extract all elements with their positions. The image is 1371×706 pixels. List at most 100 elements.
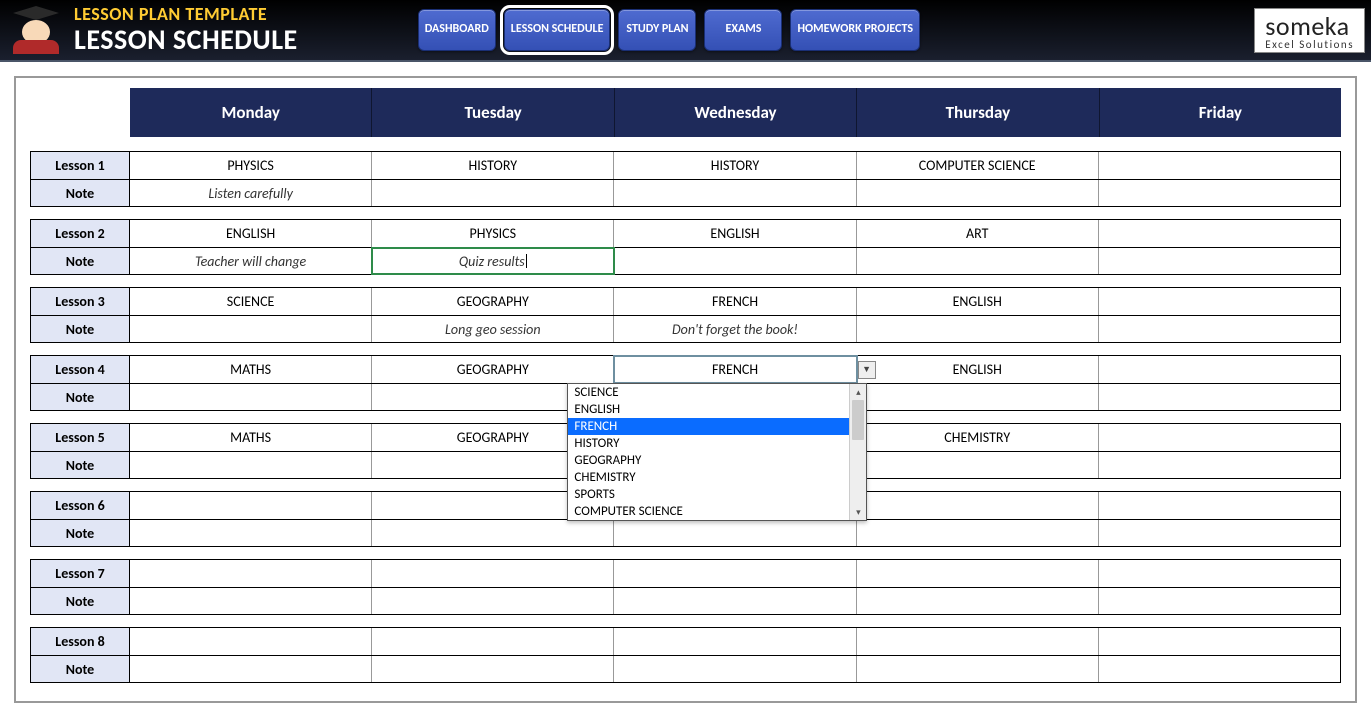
subject-cell[interactable] — [857, 628, 1099, 655]
scroll-up-icon[interactable]: ▴ — [850, 384, 866, 400]
day-header: Monday — [130, 88, 372, 137]
subject-cell[interactable] — [857, 492, 1099, 519]
note-cell[interactable] — [857, 384, 1099, 410]
subject-cell[interactable]: PHYSICS — [130, 152, 372, 179]
subject-cell[interactable] — [1099, 152, 1340, 179]
lesson-label: Lesson 1 — [31, 152, 130, 179]
note-cell[interactable] — [130, 588, 372, 614]
lesson-block: Lesson 7Note — [30, 559, 1341, 615]
note-cell[interactable] — [1099, 248, 1340, 274]
note-cell[interactable] — [372, 656, 614, 682]
note-label: Note — [31, 656, 130, 682]
scroll-down-icon[interactable]: ▾ — [850, 504, 866, 520]
note-cell[interactable] — [857, 520, 1099, 546]
subject-cell[interactable]: MATHS — [130, 356, 372, 383]
dropdown-scrollbar[interactable]: ▴▾ — [849, 384, 866, 520]
subject-cell[interactable] — [130, 560, 372, 587]
note-cell[interactable] — [1099, 452, 1340, 478]
subject-cell[interactable] — [1099, 220, 1340, 247]
subject-cell[interactable] — [1099, 288, 1340, 315]
dropdown-option[interactable]: COMPUTER SCIENCE — [568, 503, 849, 520]
note-cell[interactable] — [857, 180, 1099, 206]
note-cell[interactable] — [614, 520, 856, 546]
note-cell[interactable] — [1099, 180, 1340, 206]
note-cell[interactable] — [130, 384, 372, 410]
note-cell[interactable] — [857, 656, 1099, 682]
subject-cell[interactable] — [130, 628, 372, 655]
note-cell[interactable] — [130, 656, 372, 682]
subject-cell[interactable] — [1099, 492, 1340, 519]
note-cell[interactable] — [130, 520, 372, 546]
dropdown-option[interactable]: SCIENCE — [568, 384, 849, 401]
subject-cell[interactable]: ENGLISH — [130, 220, 372, 247]
subject-cell[interactable] — [1099, 424, 1340, 451]
note-cell[interactable] — [614, 588, 856, 614]
note-cell[interactable] — [614, 180, 856, 206]
subject-cell[interactable]: COMPUTER SCIENCE — [857, 152, 1099, 179]
subject-cell[interactable]: CHEMISTRY — [857, 424, 1099, 451]
subject-cell[interactable]: GEOGRAPHY — [372, 288, 614, 315]
nav-exams-button[interactable]: EXAMS — [704, 9, 782, 51]
note-cell[interactable] — [1099, 520, 1340, 546]
dropdown-option[interactable]: CHEMISTRY — [568, 469, 849, 486]
note-cell[interactable]: Teacher will change — [130, 248, 372, 274]
note-cell[interactable]: Don't forget the book! — [614, 316, 856, 342]
note-cell[interactable] — [372, 520, 614, 546]
lesson-label: Lesson 6 — [31, 492, 130, 519]
subject-cell[interactable] — [614, 560, 856, 587]
dropdown-option[interactable]: FRENCH — [568, 418, 849, 435]
subject-cell[interactable]: HISTORY — [614, 152, 856, 179]
note-cell[interactable]: Quiz results — [372, 248, 614, 274]
dropdown-option[interactable]: HISTORY — [568, 435, 849, 452]
note-cell[interactable] — [1099, 384, 1340, 410]
subject-cell[interactable] — [1099, 356, 1340, 383]
note-cell[interactable] — [1099, 316, 1340, 342]
dropdown-option[interactable]: GEOGRAPHY — [568, 452, 849, 469]
dropdown-option[interactable]: ENGLISH — [568, 401, 849, 418]
note-cell[interactable] — [372, 588, 614, 614]
note-cell[interactable] — [857, 248, 1099, 274]
subject-cell[interactable] — [372, 560, 614, 587]
note-cell[interactable] — [372, 180, 614, 206]
subject-cell[interactable]: ENGLISH — [614, 220, 856, 247]
nav-study-plan-button[interactable]: STUDY PLAN — [618, 9, 696, 51]
subject-cell[interactable]: FRENCH▼SCIENCEENGLISHFRENCHHISTORYGEOGRA… — [614, 356, 856, 383]
note-cell[interactable]: Long geo session — [372, 316, 614, 342]
subject-cell[interactable]: PHYSICS — [372, 220, 614, 247]
note-cell[interactable] — [857, 588, 1099, 614]
text-cursor — [526, 254, 527, 268]
scroll-thumb[interactable] — [852, 400, 864, 440]
note-cell[interactable] — [130, 452, 372, 478]
subject-cell[interactable]: FRENCH — [614, 288, 856, 315]
subject-cell[interactable]: GEOGRAPHY — [372, 356, 614, 383]
note-cell[interactable] — [614, 656, 856, 682]
subject-cell[interactable] — [1099, 628, 1340, 655]
nav-lesson-schedule-button[interactable]: LESSON SCHEDULE — [504, 9, 611, 51]
note-cell[interactable] — [130, 316, 372, 342]
dropdown-option[interactable]: SPORTS — [568, 486, 849, 503]
subject-cell[interactable]: MATHS — [130, 424, 372, 451]
subject-cell[interactable] — [372, 628, 614, 655]
note-cell[interactable] — [1099, 588, 1340, 614]
subject-cell[interactable]: ART — [857, 220, 1099, 247]
brand-badge: someka Excel Solutions — [1254, 8, 1365, 53]
nav-dashboard-button[interactable]: DASHBOARD — [418, 9, 496, 51]
subject-cell[interactable] — [130, 492, 372, 519]
note-cell[interactable] — [857, 452, 1099, 478]
note-cell[interactable] — [1099, 656, 1340, 682]
subject-cell[interactable] — [614, 628, 856, 655]
subject-cell[interactable]: HISTORY — [372, 152, 614, 179]
note-cell[interactable] — [614, 248, 856, 274]
subject-cell[interactable] — [857, 560, 1099, 587]
nav-homework-projects-button[interactable]: HOMEWORK PROJECTS — [790, 9, 920, 51]
subject-cell[interactable]: ENGLISH — [857, 288, 1099, 315]
subject-cell[interactable]: SCIENCE — [130, 288, 372, 315]
lesson-block: Lesson 2ENGLISHPHYSICSENGLISHARTNoteTeac… — [30, 219, 1341, 275]
subject-dropdown[interactable]: SCIENCEENGLISHFRENCHHISTORYGEOGRAPHYCHEM… — [567, 383, 867, 521]
subject-cell[interactable]: ENGLISH — [857, 356, 1099, 383]
lesson-block: Lesson 1PHYSICSHISTORYHISTORYCOMPUTER SC… — [30, 151, 1341, 207]
day-header-row: MondayTuesdayWednesdayThursdayFriday — [30, 88, 1341, 137]
subject-cell[interactable] — [1099, 560, 1340, 587]
note-cell[interactable]: Listen carefully — [130, 180, 372, 206]
note-cell[interactable] — [857, 316, 1099, 342]
